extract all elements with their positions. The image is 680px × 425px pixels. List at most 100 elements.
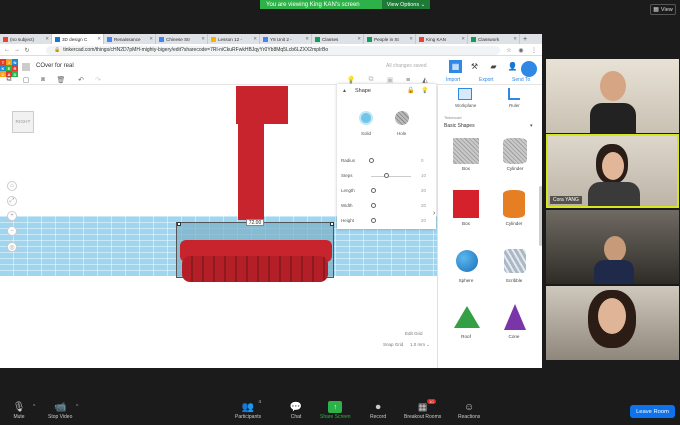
browser-tab-active[interactable]: 3D design C ✕ [52,34,104,44]
cylinder-shape[interactable] [503,190,525,218]
snap-grid-select[interactable]: 1.0 mm ⌄ [410,342,430,348]
video-tile[interactable] [546,59,679,133]
reactions-button[interactable]: ☺ Reactions [458,401,480,421]
collapse-panel-icon[interactable]: ▲ [342,88,347,94]
duplicate-icon[interactable]: ⧈ [38,76,48,84]
model-track-treads[interactable] [182,256,328,282]
edit-grid-button[interactable]: Edit Grid [405,331,423,336]
menu-icon[interactable]: ⋮ [530,46,538,54]
participants-button[interactable]: 👥 4 Participants [235,399,261,420]
sphere-shape[interactable] [456,250,478,272]
stop-video-button[interactable]: 📹 Stop Video [48,401,72,421]
browser-tab[interactable]: People in St ✕ [364,34,416,44]
home-view-icon[interactable]: ⌂ [7,181,17,191]
url-field[interactable]: 🔒 tinkercad.com/things/cHN2D7pMH-mighty-… [46,45,500,55]
model-upper-block[interactable] [236,86,288,124]
mute-button[interactable]: 🎙 Mute [12,401,26,421]
fit-view-icon[interactable]: ⤢ [7,196,17,206]
param-slider[interactable] [384,173,389,178]
zoom-in-icon[interactable]: + [7,211,17,221]
dimension-input[interactable]: 72.00 [246,219,264,226]
browser-tab[interactable]: (no subject) ✕ [0,34,52,44]
workplane-icon[interactable] [458,88,472,100]
forward-icon[interactable]: → [13,46,21,54]
param-value[interactable]: 20 [421,218,426,223]
video-tile[interactable] [546,210,679,284]
param-value[interactable]: 10 [421,173,426,178]
undo-icon[interactable]: ↶ [76,76,86,84]
browser-tab[interactable]: King KAN ✕ [416,34,468,44]
close-icon[interactable]: ✕ [201,36,205,42]
light-bulb-icon[interactable]: 💡 [421,87,428,94]
blocks-icon[interactable]: ▰ [487,60,500,73]
resize-handle[interactable] [177,222,181,226]
breakout-rooms-button[interactable]: ▦ 10 Breakout Rooms [404,399,441,420]
close-icon[interactable]: ✕ [357,36,361,42]
browser-tab[interactable]: Classes ✕ [312,34,364,44]
video-tile-active-speaker[interactable]: Cora YANG [546,134,679,208]
mirror-icon[interactable]: ◭ [420,76,430,84]
new-tab-button[interactable]: + [520,34,530,44]
close-icon[interactable]: ✕ [97,36,101,42]
record-button[interactable]: ⏺ Record [370,401,386,421]
ungroup-icon[interactable]: ▣ [385,76,395,84]
browser-tab[interactable]: Chinese Str ✕ [156,34,208,44]
ruler-button[interactable]: Ruler [509,103,520,108]
close-icon[interactable]: ✕ [305,36,309,42]
tinkercad-logo[interactable]: T I N K E R C A D [0,59,18,77]
video-tile[interactable] [546,286,679,360]
close-icon[interactable]: ✕ [513,36,517,42]
browser-tab[interactable]: Lesson 12 - ✕ [208,34,260,44]
send-to-button[interactable]: Send To [512,77,530,83]
cone-shape[interactable] [504,304,526,330]
star-icon[interactable]: ☆ [505,46,513,54]
param-value[interactable]: 0 [421,158,424,163]
view-options-button[interactable]: View Options ⌄ [382,0,430,9]
3d-view-tab[interactable]: ▦ [449,60,462,73]
library-scrollbar[interactable] [539,186,542,246]
delete-icon[interactable]: 🗑 [56,76,66,84]
lock-icon[interactable]: 🔓 [407,87,414,94]
export-button[interactable]: Export [479,77,493,83]
chevron-down-icon[interactable]: ▾ [530,123,533,129]
browser-tab[interactable]: Classwork ✕ [468,34,520,44]
scribble-shape[interactable] [504,249,526,273]
workplane-button[interactable]: Workplane [455,103,476,108]
reload-icon[interactable]: ↻ [23,46,31,54]
chevron-up-icon[interactable]: ^ [33,404,35,410]
hole-swatch[interactable] [395,111,409,125]
resize-handle[interactable] [330,222,334,226]
back-icon[interactable]: ← [3,46,11,54]
cylinder-hole-shape[interactable] [503,138,527,164]
close-icon[interactable]: ✕ [409,36,413,42]
view-cube[interactable]: RIGHT [12,111,34,133]
browser-tab[interactable]: Renaissance ✕ [104,34,156,44]
view-layout-button[interactable]: ▦ View [650,4,676,15]
library-category-select[interactable]: Basic Shapes [444,123,475,129]
param-value[interactable]: 20 [421,203,426,208]
paste-icon[interactable]: ▢ [21,76,31,84]
hammer-icon[interactable]: ⚒ [468,60,481,73]
design-menu-icon[interactable] [22,63,30,71]
group-icon[interactable]: ⧉ [366,76,376,84]
close-icon[interactable]: ✕ [45,36,49,42]
model-tower[interactable] [238,124,264,220]
leave-room-button[interactable]: Leave Room [630,405,675,418]
extension-icon[interactable]: ◉ [517,46,525,54]
copy-icon[interactable]: ⧉ [4,76,14,84]
close-icon[interactable]: ✕ [461,36,465,42]
add-user-icon[interactable]: 👤 [506,60,519,73]
ruler-icon[interactable] [508,88,520,100]
solid-swatch[interactable] [359,111,373,125]
box-hole-shape[interactable] [453,138,479,164]
light-icon[interactable]: 💡 [346,76,356,84]
param-slider[interactable] [371,203,376,208]
close-icon[interactable]: ✕ [253,36,257,42]
import-button[interactable]: Import [446,77,460,83]
roof-shape[interactable] [454,306,480,328]
close-icon[interactable]: ✕ [149,36,153,42]
share-screen-button[interactable]: ↑ Share Screen [320,401,351,420]
chevron-up-icon[interactable]: ^ [76,404,78,410]
param-slider[interactable] [369,158,374,163]
avatar[interactable] [521,61,537,77]
